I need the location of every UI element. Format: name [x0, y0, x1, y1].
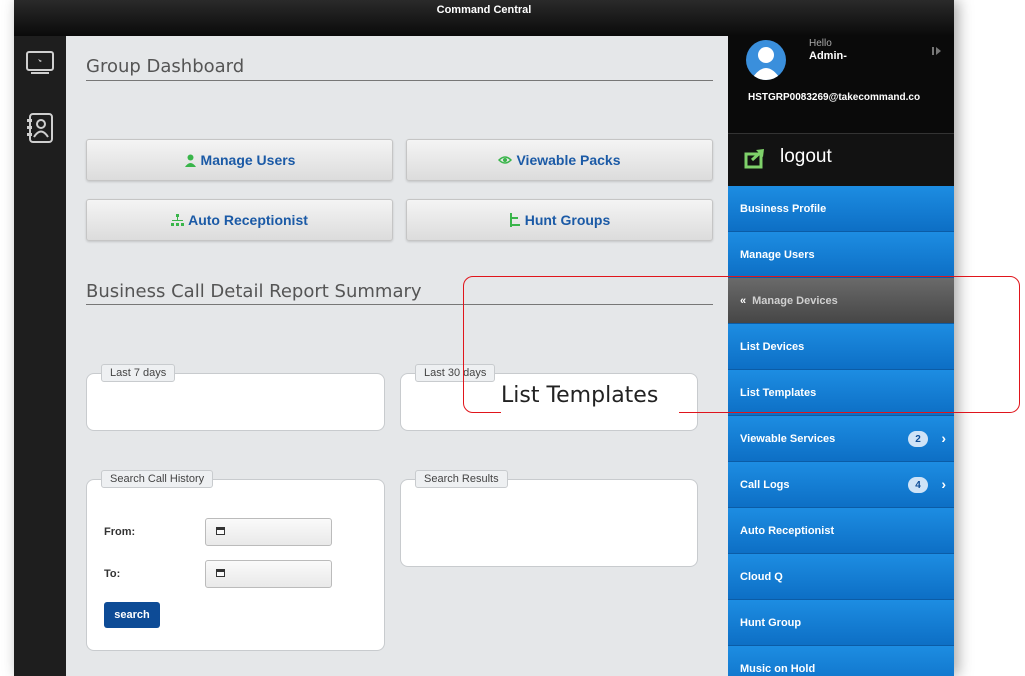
contacts-icon: [27, 113, 53, 143]
panel-legend: Last 7 days: [101, 364, 176, 382]
count-badge: 2: [908, 431, 928, 447]
user-profile: Hello Admin- HSTGRP0083269@takecommand.c…: [728, 36, 954, 131]
logout-label: logout: [780, 146, 832, 167]
manage-users-button[interactable]: Manage Users: [86, 139, 393, 181]
sidebar-item-viewable-services[interactable]: Viewable Services 2 ›: [728, 416, 954, 462]
avatar-icon: [751, 47, 781, 80]
search-call-history-panel: Search Call History From: To: search: [86, 470, 385, 651]
hunt-groups-label: Hunt Groups: [524, 212, 611, 228]
hunt-icon: [509, 213, 520, 227]
sidebar-item-label: Music on Hold: [740, 662, 816, 675]
sidebar-item-business-profile[interactable]: Business Profile: [728, 186, 954, 232]
logout-button[interactable]: logout: [728, 133, 954, 186]
desktop-icon: [26, 51, 54, 74]
logout-icon: [744, 149, 764, 169]
panel-legend: Search Call History: [101, 470, 214, 488]
calendar-icon: [216, 527, 225, 535]
count-badge: 4: [908, 477, 928, 493]
callout-label: List Templates: [501, 383, 679, 413]
sidebar-item-cloud-q[interactable]: Cloud Q: [728, 554, 954, 600]
contacts-button[interactable]: [20, 108, 60, 148]
hunt-groups-button[interactable]: Hunt Groups: [406, 199, 713, 241]
chevron-right-icon: ›: [941, 430, 946, 446]
greeting: Hello: [809, 38, 832, 49]
left-dock: [14, 36, 66, 676]
user-icon: [184, 154, 196, 167]
page-title: Group Dashboard: [86, 56, 245, 77]
chevron-right-icon: ›: [941, 476, 946, 492]
last-7-days-panel: Last 7 days: [86, 364, 385, 431]
sidebar-item-label: Viewable Services: [740, 432, 836, 445]
sidebar-item-music-on-hold[interactable]: Music on Hold: [728, 646, 954, 676]
auto-receptionist-label: Auto Receptionist: [188, 212, 308, 228]
search-button[interactable]: search: [104, 602, 160, 628]
sidebar-item-label: Manage Users: [740, 248, 815, 261]
sidebar-item-call-logs[interactable]: Call Logs 4 ›: [728, 462, 954, 508]
from-date-input[interactable]: [205, 518, 332, 546]
sidebar-item-label: Call Logs: [740, 478, 790, 491]
viewable-packs-label: Viewable Packs: [516, 152, 621, 168]
org-chart-icon: [171, 213, 185, 226]
manage-users-label: Manage Users: [200, 152, 296, 168]
sidebar-item-label: Auto Receptionist: [740, 524, 835, 537]
sidebar-item-auto-receptionist[interactable]: Auto Receptionist: [728, 508, 954, 554]
auto-receptionist-button[interactable]: Auto Receptionist: [86, 199, 393, 241]
title-bar: Command Central: [14, 0, 954, 36]
from-label: From:: [104, 526, 136, 538]
user-email: HSTGRP0083269@takecommand.co: [748, 92, 921, 103]
eye-icon: [498, 156, 513, 164]
panel-legend: Search Results: [415, 470, 508, 488]
sidebar-item-manage-users[interactable]: Manage Users: [728, 232, 954, 278]
viewable-packs-button[interactable]: Viewable Packs: [406, 139, 713, 181]
divider: [86, 80, 713, 81]
sidebar-item-label: Hunt Group: [740, 616, 802, 629]
collapse-icon[interactable]: [932, 46, 942, 56]
to-label: To:: [104, 568, 121, 580]
sidebar-item-label: Cloud Q: [740, 570, 783, 583]
report-title: Business Call Detail Report Summary: [86, 281, 422, 302]
sidebar-item-hunt-group[interactable]: Hunt Group: [728, 600, 954, 646]
window-title: Command Central: [436, 4, 532, 16]
search-button-label: search: [114, 609, 150, 621]
desktop-button[interactable]: [20, 44, 60, 84]
avatar: [746, 40, 786, 80]
calendar-icon: [216, 569, 225, 577]
sidebar-item-label: Business Profile: [740, 202, 827, 215]
username: Admin-: [809, 50, 847, 62]
to-date-input[interactable]: [205, 560, 332, 588]
search-results-panel: Search Results: [400, 470, 698, 567]
